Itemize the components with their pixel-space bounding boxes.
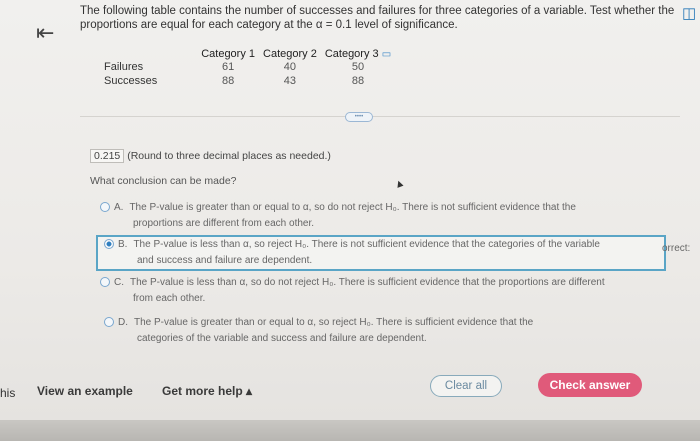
table-row: Successes 88 43 88	[100, 74, 395, 88]
option-text-continued: and success and failure are dependent.	[137, 255, 313, 266]
conclusion-prompt: What conclusion can be made?	[90, 175, 237, 187]
clear-all-button[interactable]: Clear all	[430, 375, 502, 397]
check-answer-button[interactable]: Check answer	[538, 373, 642, 397]
answer-note: (Round to three decimal places as needed…	[127, 150, 331, 162]
option-a[interactable]: A. The P-value is greater than or equal t…	[100, 200, 576, 232]
question-line-2: proportions are equal for each category …	[80, 19, 458, 31]
table-cell: 40	[283, 61, 297, 73]
table-cell: 88	[221, 75, 235, 87]
table-header-cell: Category 2	[263, 48, 317, 60]
option-text-continued: proportions are different from each othe…	[133, 218, 315, 229]
table-header-label: Category 3	[324, 48, 379, 60]
table-cell: 61	[221, 61, 235, 73]
option-letter: B.	[118, 239, 128, 250]
menu-icon[interactable]: ◫	[682, 4, 696, 22]
answer-input[interactable]: 0.215	[90, 149, 125, 163]
option-text: The P-value is greater than or equal to …	[134, 317, 534, 328]
option-letter: C.	[114, 277, 124, 288]
option-c[interactable]: C. The P-value is less than α, so do not …	[100, 275, 605, 307]
radio-button[interactable]	[100, 202, 110, 213]
table-cell: 88	[351, 75, 365, 87]
option-letter: A.	[114, 202, 124, 213]
question-text: The following table contains the number …	[80, 4, 680, 32]
table-cell: 50	[351, 61, 365, 73]
option-letter: D.	[118, 317, 128, 328]
option-text: The P-value is less than α, so do not re…	[130, 277, 605, 288]
option-text: The P-value is less than α, so reject H₀…	[133, 239, 600, 250]
more-dots-icon[interactable]: ••••	[345, 112, 373, 122]
answer-line: 0.215 (Round to three decimal places as …	[90, 149, 331, 163]
get-more-help-link[interactable]: Get more help ▴	[162, 384, 252, 398]
table-header-cell: Category 3 ▭	[321, 48, 395, 60]
table-cell: 43	[283, 75, 297, 87]
back-arrow-icon[interactable]: ⇤	[36, 20, 54, 46]
mouse-cursor-icon: ▲	[392, 176, 407, 192]
footer-strip	[0, 420, 700, 441]
data-table: Category 1 Category 2 Category 3 ▭ Failu…	[100, 48, 395, 88]
option-text-continued: categories of the variable and success a…	[137, 333, 427, 344]
table-row: Failures 61 40 50	[100, 60, 395, 74]
option-text: The P-value is greater than or equal to …	[129, 202, 576, 213]
question-panel: ⇤ The following table contains the numbe…	[0, 0, 700, 441]
option-b[interactable]: B. The P-value is less than α, so reject …	[96, 235, 666, 271]
table-header-cell: Category 1	[201, 48, 256, 60]
question-line-1: The following table contains the number …	[80, 5, 675, 17]
left-edge-text: his	[0, 386, 16, 400]
correct-label: orrect:	[662, 243, 691, 254]
radio-button[interactable]	[100, 277, 110, 288]
view-example-link[interactable]: View an example	[37, 384, 133, 398]
radio-button[interactable]	[104, 317, 114, 328]
section-divider	[80, 116, 680, 117]
option-d[interactable]: D. The P-value is greater than or equal t…	[104, 315, 533, 347]
table-header-row: Category 1 Category 2 Category 3 ▭	[100, 48, 395, 60]
row-label: Successes	[104, 75, 158, 87]
row-label: Failures	[104, 61, 144, 73]
copy-icon[interactable]: ▭	[382, 49, 391, 60]
table-header-cell	[100, 48, 197, 60]
radio-button-selected[interactable]	[104, 239, 114, 250]
option-text-continued: from each other.	[133, 293, 206, 304]
